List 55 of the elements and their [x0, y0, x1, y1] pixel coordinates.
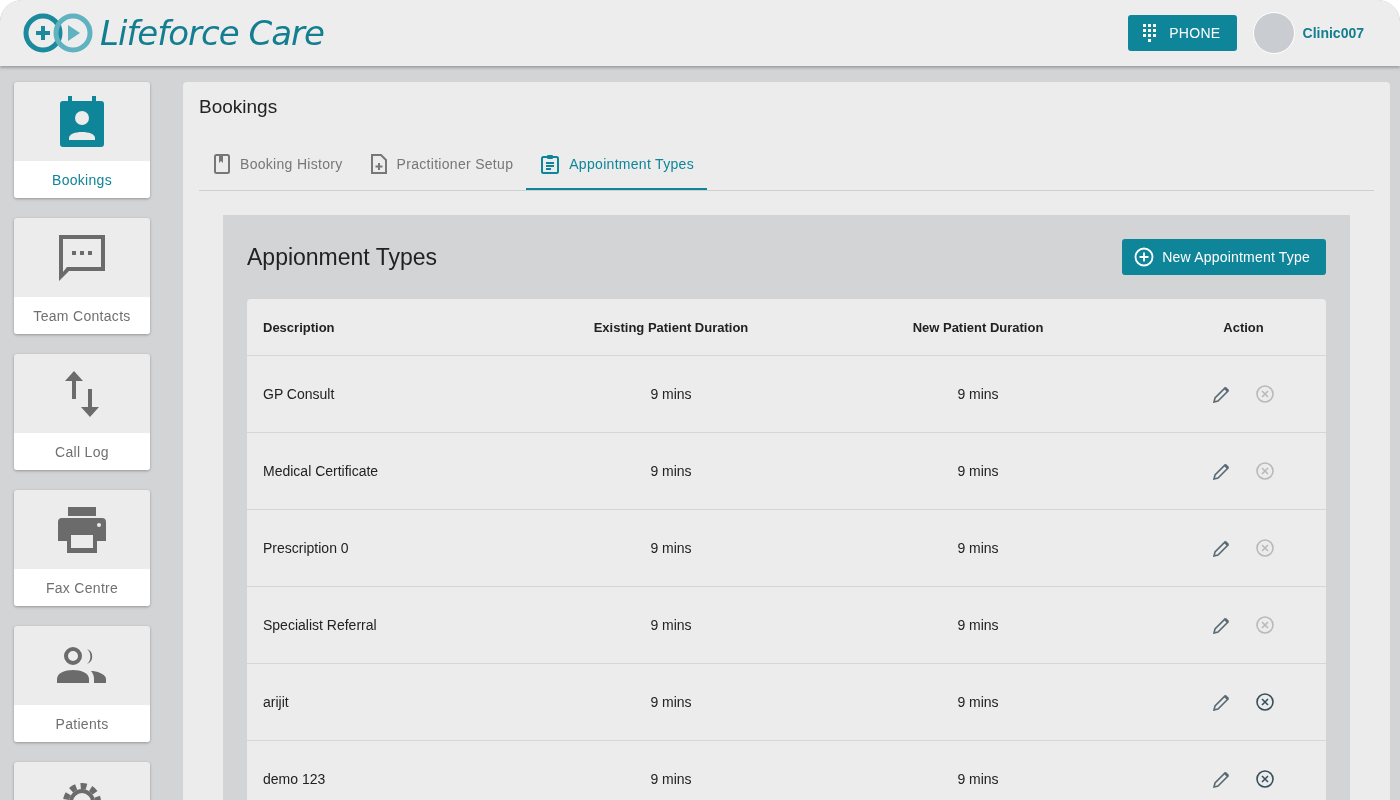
- table-cell-text: 9 mins: [649, 617, 693, 633]
- table-cell-text: 9 mins: [649, 694, 693, 710]
- delete-icon[interactable]: [1256, 770, 1274, 788]
- new-appointment-type-button[interactable]: New Appointment Type: [1122, 239, 1326, 275]
- edit-icon[interactable]: [1213, 385, 1230, 403]
- table-cell-text: 9 mins: [649, 463, 693, 479]
- sidebar-item[interactable]: Call Log: [14, 354, 150, 470]
- column-header: Action: [1222, 319, 1265, 335]
- delete-icon[interactable]: [1256, 693, 1274, 711]
- table-cell-text: 9 mins: [956, 617, 1000, 633]
- table-cell-text: Specialist Referral: [262, 617, 378, 633]
- column-header: Existing Patient Duration: [592, 319, 750, 335]
- add-circle-icon: [1134, 247, 1155, 267]
- user-name[interactable]: Clinic007: [1302, 25, 1364, 41]
- page-title: Bookings: [199, 96, 279, 118]
- swap-arrows-icon: [64, 370, 100, 417]
- sidebar-item[interactable]: Bookings: [14, 82, 150, 198]
- document-plus-icon: [370, 154, 387, 174]
- table-cell-text: 9 mins: [956, 463, 1000, 479]
- table-cell-text: 9 mins: [956, 771, 1000, 787]
- sidebar-item[interactable]: Patients: [14, 626, 150, 742]
- edit-icon[interactable]: [1213, 770, 1230, 788]
- clipboard-icon: [541, 154, 560, 174]
- chat-bubble-icon: [57, 232, 107, 283]
- section-title: Appionment Types: [247, 243, 438, 271]
- edit-icon[interactable]: [1213, 462, 1230, 480]
- edit-icon[interactable]: [1213, 616, 1230, 634]
- dialpad-icon: [1143, 24, 1158, 42]
- table-cell-text: 9 mins: [649, 386, 693, 402]
- table-cell-text: 9 mins: [956, 386, 1000, 402]
- logo-text: Lifeforce Care: [100, 13, 324, 53]
- table-cell-text: Prescription 0: [262, 540, 350, 556]
- bookmark-book-icon: [214, 154, 230, 174]
- column-header: Description: [262, 319, 336, 335]
- edit-icon[interactable]: [1213, 539, 1230, 557]
- column-header: New Patient Duration: [911, 319, 1045, 335]
- table-cell-text: Medical Certificate: [262, 463, 380, 479]
- phone-button[interactable]: PHONE: [1128, 15, 1237, 51]
- table-cell-text: GP Consult: [262, 386, 336, 402]
- table-cell-text: 9 mins: [649, 771, 693, 787]
- tab[interactable]: Appointment Types: [526, 140, 707, 190]
- logo-icon: [22, 11, 94, 55]
- table-cell-text: arijit: [262, 694, 290, 710]
- table-cell-text: 9 mins: [956, 694, 1000, 710]
- table-cell-text: 9 mins: [649, 540, 693, 556]
- tab[interactable]: Booking History: [199, 140, 356, 190]
- table-cell-text: 9 mins: [956, 540, 1000, 556]
- edit-icon[interactable]: [1213, 693, 1230, 711]
- sidebar-item[interactable]: Fax Centre: [14, 490, 150, 606]
- printer-icon: [56, 506, 108, 553]
- table-cell-text: demo 123: [262, 771, 327, 787]
- sidebar-item[interactable]: Team Contacts: [14, 218, 150, 334]
- contact-calendar-icon: [58, 95, 106, 148]
- people-icon: [56, 646, 108, 685]
- tab[interactable]: Practitioner Setup: [355, 140, 527, 190]
